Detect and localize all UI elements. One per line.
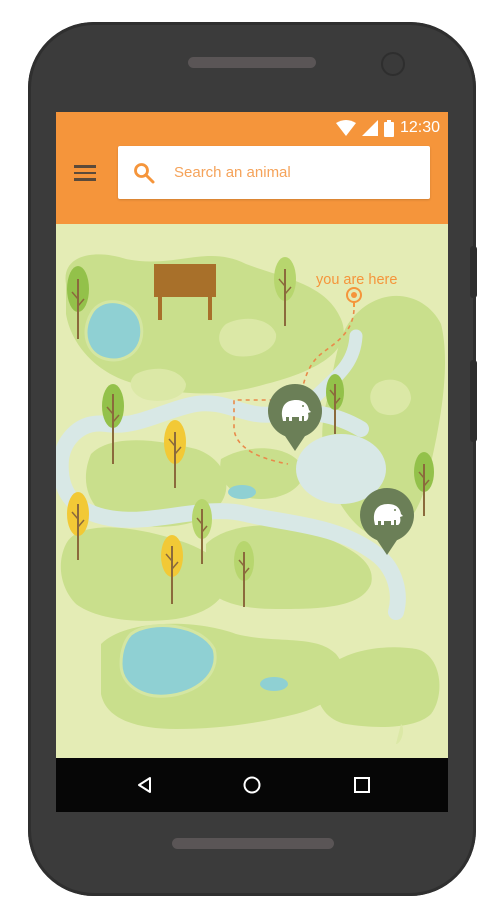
power-button xyxy=(470,360,477,442)
volume-button xyxy=(470,246,477,298)
menu-icon[interactable] xyxy=(74,165,96,181)
recents-icon[interactable] xyxy=(348,771,376,799)
wifi-icon xyxy=(335,120,356,136)
pond xyxy=(260,677,288,691)
animal-marker[interactable] xyxy=(268,384,322,451)
status-time: 12:30 xyxy=(399,119,440,136)
navigation-bar xyxy=(56,758,448,812)
home-icon[interactable] xyxy=(238,771,266,799)
search-icon[interactable] xyxy=(132,161,156,185)
search-input[interactable] xyxy=(172,163,406,182)
you-are-here-label: you are here xyxy=(316,272,398,288)
pond xyxy=(228,485,256,499)
search-bar[interactable] xyxy=(118,146,430,199)
zoo-map[interactable] xyxy=(56,224,448,758)
bottom-speaker xyxy=(172,838,334,849)
app-bar: 12:30 xyxy=(56,112,448,224)
back-icon[interactable] xyxy=(130,771,158,799)
front-camera xyxy=(381,52,405,76)
phone-screen: 12:30 Search an animal you are here xyxy=(56,112,448,812)
lake xyxy=(84,300,144,362)
signal-icon xyxy=(361,120,378,136)
status-bar: 12:30 xyxy=(335,118,440,138)
meadow-patch xyxy=(396,724,404,744)
earpiece-speaker xyxy=(188,57,316,68)
battery-icon xyxy=(383,119,394,137)
location-pin-icon[interactable] xyxy=(346,287,362,307)
